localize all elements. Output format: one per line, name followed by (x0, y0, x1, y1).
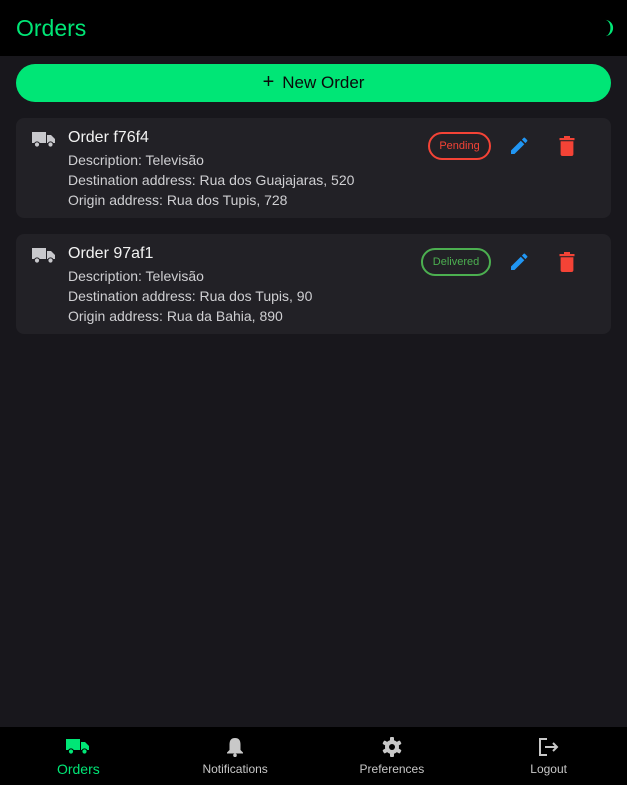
new-order-label: New Order (282, 73, 365, 92)
delete-button[interactable] (555, 250, 579, 274)
order-description: Description: Televisão (68, 268, 204, 284)
delete-button[interactable] (555, 134, 579, 158)
gear-icon (380, 736, 404, 758)
truck-icon (66, 735, 90, 757)
order-card: Order 97af1 Description: Televisão Desti… (16, 234, 611, 334)
nav-item-logout[interactable]: Logout (470, 727, 627, 785)
order-origin: Origin address: Rua da Bahia, 890 (68, 308, 283, 324)
half-moon-icon (605, 19, 614, 37)
app-bar: Orders (0, 0, 627, 56)
bell-icon (223, 736, 247, 758)
logout-icon (537, 736, 561, 758)
theme-toggle-button[interactable] (595, 18, 615, 38)
order-title: Order f76f4 (68, 129, 149, 146)
nav-item-preferences[interactable]: Preferences (314, 727, 471, 785)
trash-icon (559, 136, 575, 156)
edit-button[interactable] (507, 134, 531, 158)
order-title: Order 97af1 (68, 245, 154, 262)
nav-label-notifications: Notifications (202, 762, 268, 776)
order-destination: Destination address: Rua dos Guajajaras,… (68, 172, 355, 188)
pencil-icon (511, 253, 528, 270)
order-card: Order f76f4 Description: Televisão Desti… (16, 118, 611, 218)
new-order-button[interactable]: + New Order (16, 64, 611, 102)
plus-icon: + (262, 71, 275, 93)
nav-label-logout: Logout (530, 762, 567, 776)
page-title: Orders (16, 14, 87, 41)
nav-item-notifications[interactable]: Notifications (157, 727, 314, 785)
truck-icon (32, 248, 55, 264)
bottom-navigation: Orders Notifications Preferences Logout (0, 727, 627, 785)
edit-button[interactable] (507, 250, 531, 274)
nav-item-orders[interactable]: Orders (0, 727, 157, 785)
order-description: Description: Televisão (68, 152, 204, 168)
order-destination: Destination address: Rua dos Tupis, 90 (68, 288, 313, 304)
truck-icon (32, 132, 55, 148)
order-origin: Origin address: Rua dos Tupis, 728 (68, 192, 288, 208)
nav-label-orders: Orders (56, 761, 100, 777)
pencil-icon (511, 137, 528, 154)
status-badge: Delivered (421, 248, 491, 276)
nav-label-preferences: Preferences (359, 762, 425, 776)
trash-icon (559, 252, 575, 272)
status-badge: Pending (428, 132, 491, 160)
